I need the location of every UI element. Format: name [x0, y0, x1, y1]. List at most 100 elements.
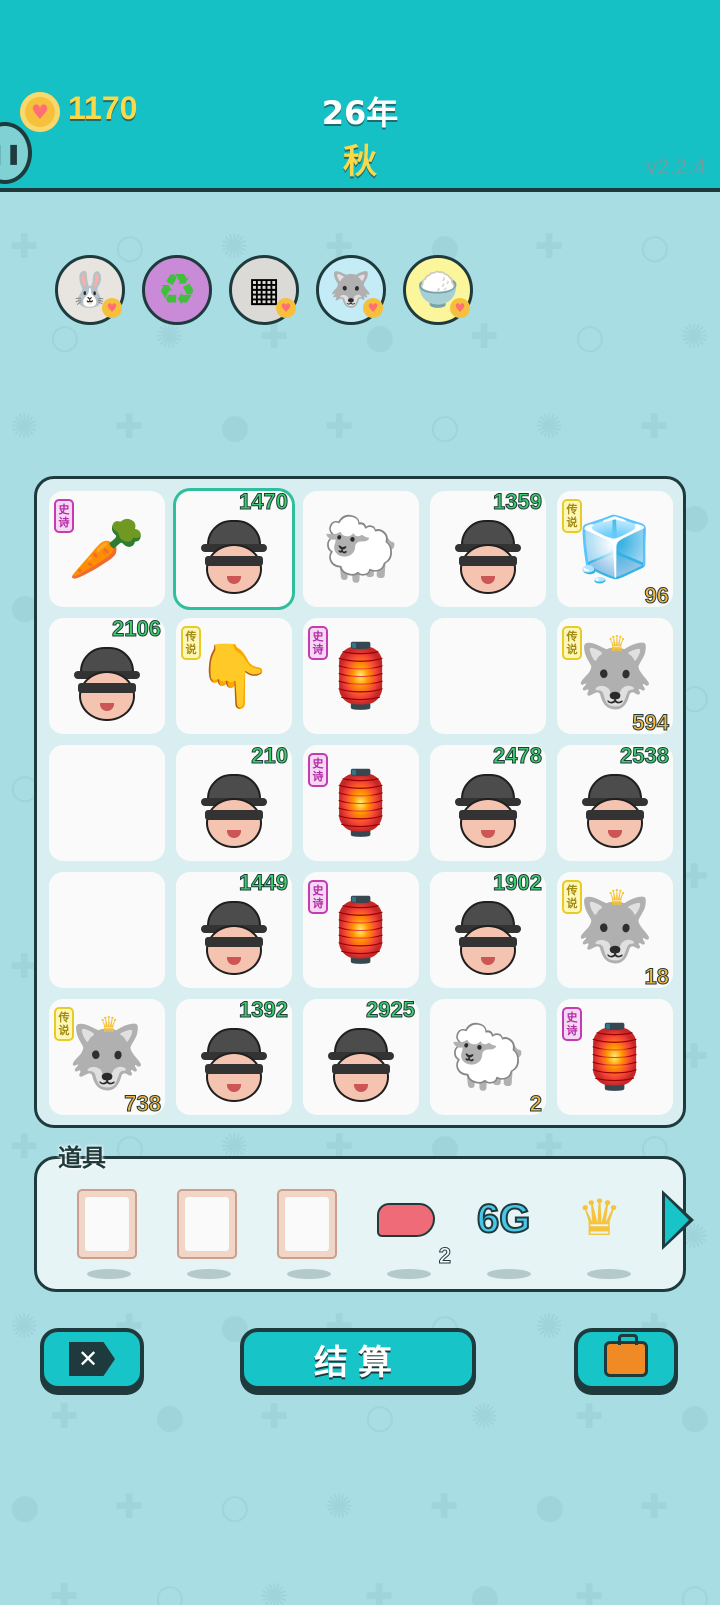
- board-cell-rabbit-house[interactable]: 🏮 史诗: [303, 872, 419, 988]
- relic-bunny[interactable]: 🐰 ♥: [55, 255, 125, 325]
- pattern-glyph: ○: [575, 317, 605, 357]
- arrow-right-icon[interactable]: [662, 1190, 694, 1250]
- item-slot-text[interactable]: 6G: [476, 1189, 541, 1279]
- cell-value: 2925: [366, 997, 416, 1023]
- crown-icon: ♛: [607, 632, 627, 657]
- briefcase-icon: [604, 1334, 648, 1377]
- item-slot-liver[interactable]: 2: [377, 1189, 452, 1279]
- item-count: 2: [438, 1243, 451, 1269]
- board-cell-husky-king[interactable]: 🐺 ♛ 传说 738: [49, 999, 165, 1117]
- pattern-glyph: ✚: [10, 227, 39, 267]
- 6g-icon: 6G: [476, 1196, 531, 1242]
- pattern-glyph: ●: [155, 1397, 185, 1437]
- board-cell-thief[interactable]: 210: [176, 743, 292, 861]
- board-cell-thief[interactable]: 1470: [176, 489, 292, 607]
- pattern-glyph: ○: [640, 227, 670, 267]
- board-cell-carrot[interactable]: 🥕 史诗: [49, 491, 165, 607]
- item-shadow: [487, 1269, 531, 1279]
- crown-icon: ♛: [99, 1013, 119, 1038]
- thief-mask: [205, 1064, 263, 1075]
- pattern-glyph: ✺: [680, 317, 709, 357]
- pattern-glyph: ✚: [535, 227, 564, 267]
- rarity-tag: 史诗: [308, 880, 328, 914]
- sheep-icon: 🐑: [449, 1020, 527, 1093]
- pause-button[interactable]: ❚❚: [0, 122, 32, 184]
- board-cell-thief[interactable]: 2106: [49, 616, 165, 734]
- top-bar: ♥ 1170 26年 秋 v2.2.4 ❚❚: [0, 0, 720, 192]
- pattern-glyph: ✚: [260, 317, 289, 357]
- board-cell-pointing-hand[interactable]: 👇 传说: [176, 618, 292, 734]
- board-cell-sheep[interactable]: 🐑: [303, 491, 419, 607]
- pattern-glyph: ✺: [10, 1307, 39, 1347]
- board-cell-rabbit-house[interactable]: 🏮 史诗: [557, 999, 673, 1115]
- rabbit-house-icon: 🏮: [322, 639, 400, 712]
- board-cell-husky-king[interactable]: 🐺 ♛ 传说 594: [557, 618, 673, 736]
- thief-icon: [326, 1028, 396, 1104]
- pattern-glyph: ●: [365, 317, 395, 357]
- liver-icon: [377, 1203, 435, 1237]
- board-cell-sheep[interactable]: 🐑 2: [430, 999, 546, 1117]
- pattern-glyph: ✺: [470, 1397, 499, 1437]
- board-cell-empty[interactable]: [49, 872, 165, 988]
- cell-value: 1359: [493, 489, 543, 515]
- board-cell-thief[interactable]: 1449: [176, 870, 292, 988]
- pattern-glyph: ✺: [535, 1307, 564, 1347]
- pattern-glyph: ○: [220, 1487, 250, 1527]
- relic-sugar-cubes[interactable]: ▦ ♥: [229, 255, 299, 325]
- relic-husky[interactable]: 🐺 ♥: [316, 255, 386, 325]
- board-cell-thief[interactable]: 2538: [557, 743, 673, 861]
- item-shadow: [87, 1269, 131, 1279]
- board-cell-thief[interactable]: 1392: [176, 997, 292, 1115]
- recycle-icon: ♻: [157, 264, 197, 316]
- board-cell-empty[interactable]: [49, 745, 165, 861]
- close-icon: ✕: [69, 1342, 115, 1376]
- frame-inner: [285, 1197, 329, 1251]
- cell-counter: 96: [644, 583, 670, 609]
- board-cell-thief[interactable]: 1902: [430, 870, 546, 988]
- pattern-glyph: ✺: [10, 407, 39, 447]
- thief-face: [206, 925, 262, 976]
- item-slot-crown[interactable]: ♛: [577, 1189, 641, 1279]
- item-shadow: [587, 1269, 631, 1279]
- relic-recycle[interactable]: ♻: [142, 255, 212, 325]
- thief-icon: [580, 774, 650, 850]
- cell-value: 210: [251, 743, 289, 769]
- thief-mask: [205, 556, 263, 567]
- board-cell-fridge[interactable]: 🧊 传说 96: [557, 491, 673, 609]
- board-cell-husky-king[interactable]: 🐺 ♛ 传说 18: [557, 872, 673, 990]
- cell-counter: 594: [632, 710, 670, 736]
- pause-icon: ❚❚: [0, 141, 22, 165]
- pattern-glyph: ✚: [640, 407, 669, 447]
- board-cell-rabbit-house[interactable]: 🏮 史诗: [303, 618, 419, 734]
- pattern-glyph: ✚: [430, 1487, 459, 1527]
- rarity-tag: 史诗: [562, 1007, 582, 1041]
- rarity-tag: 史诗: [54, 499, 74, 533]
- thief-mask: [459, 556, 517, 567]
- board-cell-thief[interactable]: 1359: [430, 489, 546, 607]
- sheep-icon: 🐑: [322, 512, 400, 585]
- items-panel: 2 6G ♛: [34, 1156, 686, 1292]
- relic-rice-bowl[interactable]: 🍚 ♥: [403, 255, 473, 325]
- cell-value: 1902: [493, 870, 543, 896]
- board-cell-empty[interactable]: [430, 618, 546, 734]
- pattern-glyph: ○: [365, 1397, 395, 1437]
- rarity-tag: 传说: [562, 499, 582, 533]
- rarity-tag: 传说: [562, 626, 582, 660]
- bag-button[interactable]: [574, 1328, 678, 1390]
- thief-mask: [459, 810, 517, 821]
- board-cell-thief[interactable]: 2478: [430, 743, 546, 861]
- close-button[interactable]: ✕: [40, 1328, 144, 1390]
- board-cell-thief[interactable]: 2925: [303, 997, 419, 1115]
- thief-face: [206, 544, 262, 595]
- item-slot-frame[interactable]: [177, 1189, 241, 1279]
- board-cell-rabbit-house[interactable]: 🏮 史诗: [303, 745, 419, 861]
- thief-mask: [332, 1064, 390, 1075]
- slot-board: 🥕 史诗 1470 🐑 1359 🧊 传说 96 2106 👇 传说 🏮 史诗 🐺 ♛ 传说 594 210 🏮 史诗…: [34, 476, 686, 1128]
- pattern-glyph: ✚: [50, 1577, 79, 1605]
- pattern-glyph: ✚: [260, 1397, 289, 1437]
- settle-button[interactable]: 结算: [240, 1328, 476, 1390]
- pattern-glyph: ✺: [325, 1487, 354, 1527]
- pattern-glyph: ●: [535, 1487, 565, 1527]
- item-slot-frame[interactable]: [77, 1189, 141, 1279]
- item-slot-frame[interactable]: [277, 1189, 341, 1279]
